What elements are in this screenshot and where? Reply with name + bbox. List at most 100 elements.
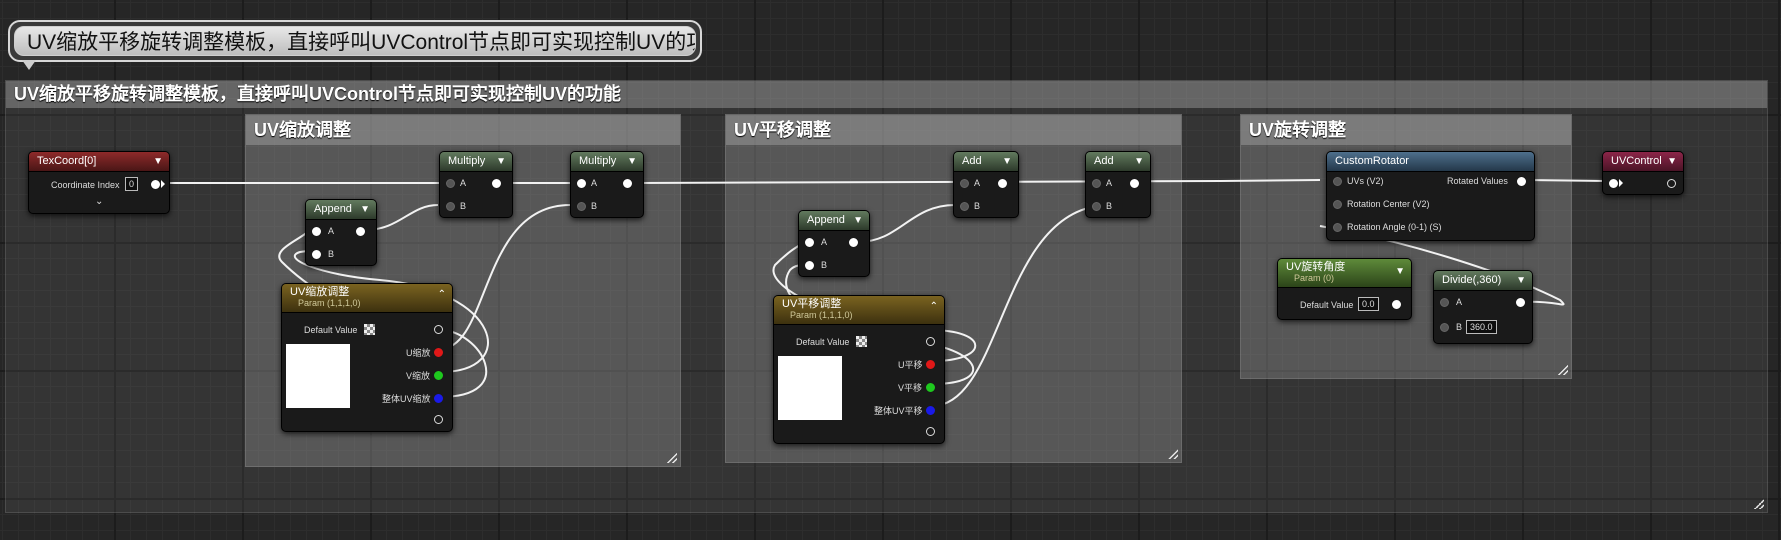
collapse-chevron-icon[interactable]: ⌃ [930, 298, 938, 315]
divide-node[interactable]: Divide(,360) ▼ A B 360.0 [1433, 270, 1533, 344]
output-pin[interactable] [623, 179, 632, 188]
output-pin[interactable] [356, 227, 365, 236]
output-pin[interactable] [492, 179, 501, 188]
input-pin-b[interactable] [1440, 323, 1449, 332]
collapse-chevron-icon[interactable]: ⌃ [438, 286, 446, 303]
output-pin[interactable] [998, 179, 1007, 188]
wire [931, 206, 1093, 407]
node-title: UVControl [1611, 155, 1662, 167]
input-pin-b[interactable] [446, 202, 455, 211]
output-pin[interactable] [1517, 177, 1526, 186]
checker-swatch-icon[interactable] [364, 324, 375, 335]
output-pin[interactable] [1667, 179, 1676, 188]
chevron-down-icon[interactable]: ▼ [1516, 271, 1526, 290]
add-node-2-header[interactable]: Add ▼ [1086, 152, 1150, 172]
alpha-pin[interactable] [434, 415, 443, 424]
uv-rotate-angle-header[interactable]: UV旋转角度 ▼ Param (0) [1278, 259, 1411, 288]
chevron-down-icon[interactable]: ▼ [627, 152, 637, 171]
multiply-node-2-header[interactable]: Multiply ▼ [571, 152, 643, 172]
chevron-down-icon[interactable]: ▼ [1134, 152, 1144, 171]
chevron-down-icon[interactable]: ▼ [153, 152, 163, 171]
node-title: UV平移调整 [782, 298, 842, 310]
input-pin-a[interactable] [446, 179, 455, 188]
output-pin[interactable] [849, 238, 858, 247]
input-pin-a[interactable] [577, 179, 586, 188]
default-value-input[interactable]: 0.0 [1358, 297, 1379, 311]
input-pin-b[interactable] [577, 202, 586, 211]
pin-label-b: B [328, 249, 335, 259]
input-pin-a[interactable] [1092, 179, 1101, 188]
multiply-node-1[interactable]: Multiply ▼ A B [439, 151, 513, 218]
texcoord-node-header[interactable]: TexCoord[0] ▼ [29, 152, 169, 172]
output-pin[interactable] [1392, 300, 1401, 309]
uv-scale-all-pin[interactable] [434, 394, 443, 403]
chevron-down-icon[interactable]: ▼ [1667, 152, 1677, 171]
pin-label-b: B [460, 201, 467, 211]
u-translate-pin[interactable] [926, 360, 935, 369]
input-pin-angle[interactable] [1333, 223, 1342, 232]
output-pin[interactable] [926, 337, 935, 346]
checker-swatch-icon[interactable] [856, 336, 867, 347]
node-title: Add [962, 155, 982, 167]
uvcontrol-node[interactable]: UVControl ▼ [1602, 151, 1684, 195]
add-node-1[interactable]: Add ▼ A B [953, 151, 1019, 218]
uv-rotate-angle-param-node[interactable]: UV旋转角度 ▼ Param (0) Default Value 0.0 [1277, 258, 1412, 320]
divide-node-header[interactable]: Divide(,360) ▼ [1434, 271, 1532, 291]
input-pin-uvs[interactable] [1333, 177, 1342, 186]
coordinate-index-input[interactable]: 0 [125, 177, 139, 191]
output-pin[interactable] [151, 180, 160, 189]
expand-chevron-icon[interactable]: ⌄ [95, 196, 103, 208]
chevron-down-icon[interactable]: ▼ [360, 200, 370, 219]
multiply-node-2[interactable]: Multiply ▼ A B [570, 151, 644, 218]
input-pin-a[interactable] [1440, 298, 1449, 307]
texcoord-node[interactable]: TexCoord[0] ▼ Coordinate Index 0 ⌄ [28, 151, 170, 214]
uv-scale-param-node[interactable]: UV缩放调整 ⌃ Param (1,1,1,0) Default Value U… [281, 283, 453, 432]
append-node-2-header[interactable]: Append ▼ [799, 211, 869, 231]
append-node-1-header[interactable]: Append ▼ [306, 200, 376, 220]
chevron-down-icon[interactable]: ▼ [853, 211, 863, 230]
uv-scale-param-header[interactable]: UV缩放调整 ⌃ Param (1,1,1,0) [282, 284, 452, 313]
input-pin-b[interactable] [805, 261, 814, 270]
wire [439, 204, 571, 350]
u-scale-label: U缩放 [406, 348, 431, 358]
uvcontrol-node-header[interactable]: UVControl ▼ [1603, 152, 1683, 172]
add-node-2[interactable]: Add ▼ A B [1085, 151, 1151, 218]
pin-label-a: A [821, 237, 828, 247]
custom-rotator-header[interactable]: CustomRotator [1327, 152, 1534, 172]
add-node-1-header[interactable]: Add ▼ [954, 152, 1018, 172]
alpha-pin[interactable] [926, 427, 935, 436]
chevron-down-icon[interactable]: ▼ [1002, 152, 1012, 171]
u-scale-pin[interactable] [434, 348, 443, 357]
v-translate-pin[interactable] [926, 383, 935, 392]
uv-translate-param-node[interactable]: UV平移调整 ⌃ Param (1,1,1,0) Default Value U… [773, 295, 945, 444]
output-pin[interactable] [1130, 179, 1139, 188]
node-title: Multiply [579, 155, 617, 167]
append-node-1[interactable]: Append ▼ A B [305, 199, 377, 266]
node-subtitle: Param (1,1,1,0) [298, 298, 361, 308]
input-pin-b[interactable] [1092, 202, 1101, 211]
output-pin[interactable] [1516, 298, 1525, 307]
default-value-label: Default Value [1300, 300, 1354, 310]
input-pin-a[interactable] [960, 179, 969, 188]
chevron-down-icon[interactable]: ▼ [1395, 263, 1405, 280]
input-pin-center[interactable] [1333, 200, 1342, 209]
input-pin-a[interactable] [312, 227, 321, 236]
multiply-node-1-header[interactable]: Multiply ▼ [440, 152, 512, 172]
custom-rotator-node[interactable]: CustomRotator UVs (V2) Rotated Values Ro… [1326, 151, 1535, 241]
v-scale-pin[interactable] [434, 371, 443, 380]
append-node-2[interactable]: Append ▼ A B [798, 210, 870, 277]
uv-translate-param-header[interactable]: UV平移调整 ⌃ Param (1,1,1,0) [774, 296, 944, 325]
input-pin[interactable] [1609, 179, 1618, 188]
output-pin[interactable] [434, 325, 443, 334]
input-pin-b[interactable] [960, 202, 969, 211]
input-pin-a[interactable] [805, 238, 814, 247]
chevron-down-icon[interactable]: ▼ [496, 152, 506, 171]
wire [857, 204, 956, 243]
input-pin-b[interactable] [312, 250, 321, 259]
pin-label-b: B [1456, 322, 1463, 332]
default-value-label: Default Value [304, 325, 358, 335]
b-value-input[interactable]: 360.0 [1466, 320, 1497, 334]
uv-translate-all-label: 整体UV平移 [874, 406, 923, 416]
pin-label-a: A [328, 226, 335, 236]
uv-translate-all-pin[interactable] [926, 406, 935, 415]
